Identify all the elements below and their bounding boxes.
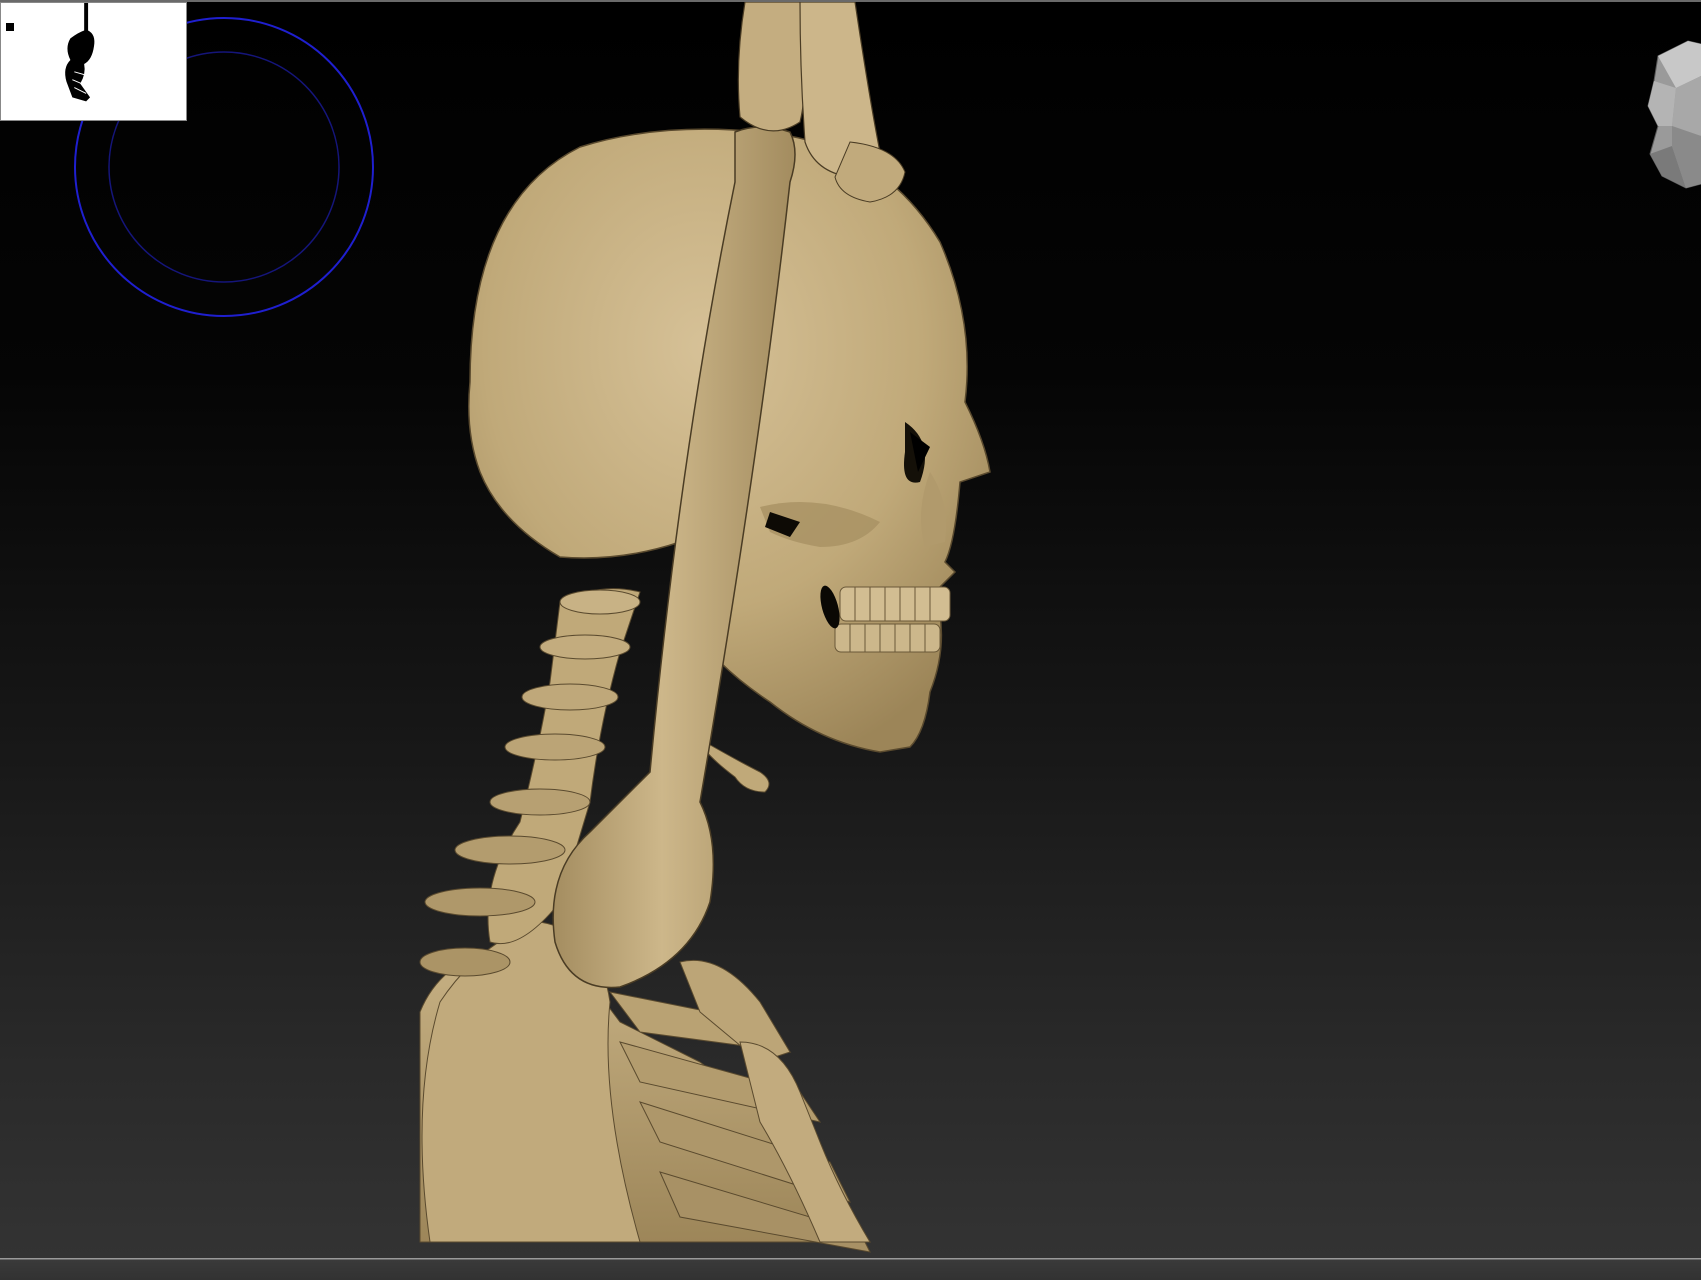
document-canvas[interactable]	[0, 2, 1701, 1258]
zbrush-viewport-window	[0, 0, 1701, 1280]
navigator-thumbnail-panel[interactable]	[0, 2, 187, 121]
navigator-thumbnail-icon	[1, 3, 186, 120]
status-bar	[0, 1258, 1701, 1280]
skeleton-model-view[interactable]	[0, 2, 1701, 1258]
teeth	[834, 586, 951, 653]
navigator-position-marker	[6, 23, 14, 31]
view-orientation-head-icon[interactable]	[1628, 36, 1701, 191]
